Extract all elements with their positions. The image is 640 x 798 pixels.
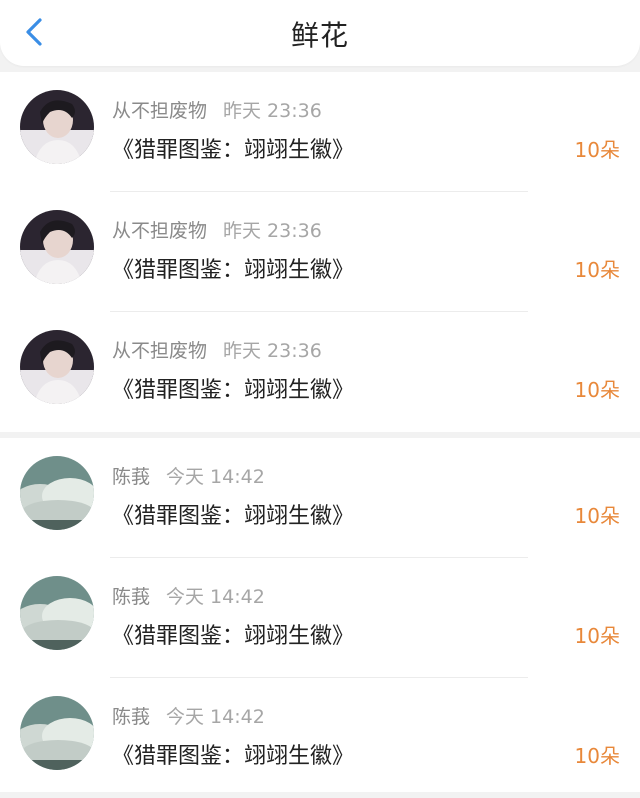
portrait-avatar-icon (20, 90, 94, 164)
sent-time: 昨天 23:36 (223, 340, 322, 362)
sent-time: 昨天 23:36 (223, 220, 322, 242)
flower-count: 10朵 (574, 504, 620, 528)
flower-count: 10朵 (574, 258, 620, 282)
sender-name: 陈莪 (112, 586, 151, 608)
sender-name: 陈莪 (112, 706, 151, 728)
avatar[interactable] (20, 90, 94, 164)
avatar[interactable] (20, 576, 94, 650)
item-meta: 陈莪 今天 14:42 (112, 702, 265, 729)
sender-name: 陈莪 (112, 466, 151, 488)
avatar[interactable] (20, 330, 94, 404)
list-item[interactable]: 从不担废物 昨天 23:36 《猎罪图鉴：翊翊生徽》 10朵 (0, 72, 640, 192)
item-meta: 从不担废物 昨天 23:36 (112, 216, 322, 243)
sent-time: 今天 14:42 (166, 706, 265, 728)
book-title: 《猎罪图鉴：翊翊生徽》 (112, 378, 355, 403)
flower-count: 10朵 (574, 138, 620, 162)
avatar[interactable] (20, 210, 94, 284)
avatar[interactable] (20, 696, 94, 770)
flower-list: 从不担废物 昨天 23:36 《猎罪图鉴：翊翊生徽》 10朵 从不担废物 昨天 23… (0, 72, 640, 792)
book-title: 《猎罪图鉴：翊翊生徽》 (112, 138, 355, 163)
sender-name: 从不担废物 (112, 340, 208, 362)
book-title: 《猎罪图鉴：翊翊生徽》 (112, 744, 355, 769)
list-item[interactable]: 陈莪 今天 14:42 《猎罪图鉴：翊翊生徽》 10朵 (0, 678, 640, 798)
sky-avatar-icon (20, 696, 94, 770)
book-title: 《猎罪图鉴：翊翊生徽》 (112, 258, 355, 283)
item-meta: 陈莪 今天 14:42 (112, 462, 265, 489)
flower-count: 10朵 (574, 378, 620, 402)
sender-name: 从不担废物 (112, 220, 208, 242)
flower-count: 10朵 (574, 744, 620, 768)
portrait-avatar-icon (20, 330, 94, 404)
list-item[interactable]: 从不担废物 昨天 23:36 《猎罪图鉴：翊翊生徽》 10朵 (0, 312, 640, 432)
page-title: 鲜花 (290, 19, 349, 52)
sky-avatar-icon (20, 576, 94, 650)
avatar[interactable] (20, 456, 94, 530)
list-item[interactable]: 从不担废物 昨天 23:36 《猎罪图鉴：翊翊生徽》 10朵 (0, 192, 640, 312)
top-bar: 鲜花 (0, 0, 640, 66)
sent-time: 今天 14:42 (166, 466, 265, 488)
sky-avatar-icon (20, 456, 94, 530)
book-title: 《猎罪图鉴：翊翊生徽》 (112, 504, 355, 529)
item-meta: 从不担废物 昨天 23:36 (112, 336, 322, 363)
sent-time: 昨天 23:36 (223, 100, 322, 122)
sent-time: 今天 14:42 (166, 586, 265, 608)
portrait-avatar-icon (20, 210, 94, 284)
flower-count: 10朵 (574, 624, 620, 648)
list-item[interactable]: 陈莪 今天 14:42 《猎罪图鉴：翊翊生徽》 10朵 (0, 558, 640, 678)
list-item[interactable]: 陈莪 今天 14:42 《猎罪图鉴：翊翊生徽》 10朵 (0, 438, 640, 558)
book-title: 《猎罪图鉴：翊翊生徽》 (112, 624, 355, 649)
item-meta: 陈莪 今天 14:42 (112, 582, 265, 609)
item-meta: 从不担废物 昨天 23:36 (112, 96, 322, 123)
sender-name: 从不担废物 (112, 100, 208, 122)
